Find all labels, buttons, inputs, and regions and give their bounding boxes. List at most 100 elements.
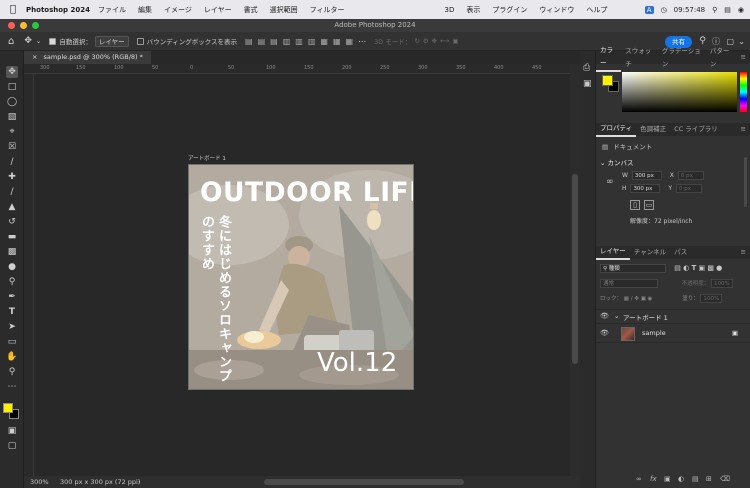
menu-window[interactable]: ウィンドウ — [539, 5, 574, 15]
tab-patterns[interactable]: パターン — [706, 45, 737, 71]
vertical-scroll-thumb[interactable] — [572, 174, 578, 364]
foreground-color-chip[interactable] — [602, 75, 613, 86]
lock-transparency-icon[interactable]: ▦ — [624, 296, 629, 302]
portrait-orientation-icon[interactable]: ▯ — [630, 200, 640, 210]
quick-mask-icon[interactable]: ▣ — [6, 425, 18, 437]
apple-icon[interactable]:  — [10, 4, 16, 15]
lasso-tool-icon[interactable]: ◯ — [6, 96, 18, 108]
menu-type[interactable]: 書式 — [244, 5, 258, 15]
menu-edit[interactable]: 編集 — [138, 5, 152, 15]
menu-layer[interactable]: レイヤー — [204, 5, 232, 15]
3d-pan-icon[interactable]: ✥ — [432, 37, 437, 45]
lock-artboard-icon[interactable]: ▣ — [641, 296, 646, 302]
vertical-scrollbar[interactable] — [570, 64, 580, 476]
lock-all-icon[interactable]: ◉ — [648, 296, 653, 302]
filter-pixel-icon[interactable]: ▤ — [674, 264, 681, 272]
distribute-v-icon[interactable]: ▦ — [333, 37, 341, 46]
menu-select[interactable]: 選択範囲 — [270, 5, 298, 15]
menu-image[interactable]: イメージ — [164, 5, 192, 15]
x-field[interactable]: 0 px — [677, 171, 704, 180]
time-machine-icon[interactable]: ◷ — [661, 6, 667, 14]
gradient-tool-icon[interactable]: ▩ — [6, 246, 18, 258]
delete-layer-icon[interactable]: ⌫ — [720, 475, 730, 483]
y-field[interactable]: 0 px — [675, 184, 702, 193]
horizontal-scroll-thumb[interactable] — [264, 479, 464, 485]
tab-properties[interactable]: プロパティ — [596, 122, 637, 137]
menu-help[interactable]: ヘルプ — [586, 5, 607, 15]
path-select-tool-icon[interactable]: ➤ — [6, 321, 18, 333]
layer-mask-icon[interactable]: ▣ — [664, 475, 671, 483]
panel-menu-icon[interactable]: ≡ — [737, 51, 750, 64]
tab-cc-libraries[interactable]: CC ライブラリ — [670, 123, 722, 136]
foreground-color-swatch[interactable] — [3, 403, 13, 413]
eraser-tool-icon[interactable]: ▬ — [6, 231, 18, 243]
3d-slide-icon[interactable]: ⟷ — [440, 37, 449, 45]
artboard-vertical-text[interactable]: 冬にはじめるソロキャンプのすすめ — [198, 215, 232, 389]
tab-swatches[interactable]: スウォッチ — [621, 45, 658, 71]
height-field[interactable]: 300 px — [630, 184, 661, 193]
status-chevron-icon[interactable]: › — [138, 476, 141, 488]
marquee-tool-icon[interactable]: □ — [6, 81, 18, 93]
3d-scale-icon[interactable]: ▣ — [452, 37, 458, 45]
lock-position-icon[interactable]: ✥ — [634, 296, 639, 302]
tab-color[interactable]: カラー — [596, 44, 622, 72]
artboard-title[interactable]: OUTDOOR LIFE — [200, 177, 413, 208]
search-icon[interactable]: ⚲ — [712, 6, 717, 14]
zoom-level[interactable]: 300% — [30, 476, 49, 488]
input-source-indicator[interactable]: A — [644, 5, 654, 14]
move-tool-icon[interactable]: ✥ — [24, 36, 32, 46]
vertical-ruler[interactable] — [24, 74, 34, 476]
more-options-icon[interactable]: ⋯ — [358, 37, 366, 46]
auto-select-dropdown[interactable]: レイヤー — [94, 35, 129, 47]
fill-field[interactable]: 100% — [700, 294, 723, 303]
crop-tool-icon[interactable]: ⌖ — [6, 126, 18, 138]
type-tool-icon[interactable]: T — [6, 306, 18, 318]
distribute-h-icon[interactable]: ▦ — [346, 37, 354, 46]
tab-paths[interactable]: パス — [670, 246, 691, 259]
width-field[interactable]: 300 px — [631, 171, 662, 180]
distribute-icon[interactable]: ▦ — [320, 37, 328, 46]
artboard-label[interactable]: アートボード 1 — [188, 154, 226, 162]
bounding-box-checkbox[interactable] — [136, 37, 144, 45]
auto-select-checkbox[interactable] — [49, 37, 57, 45]
zoom-window-button[interactable] — [32, 22, 39, 29]
link-layers-icon[interactable]: ∞ — [636, 475, 642, 483]
panel-options-icon[interactable]: ⌄ — [738, 37, 745, 46]
menu-file[interactable]: ファイル — [98, 5, 126, 15]
canvas-section-header[interactable]: ⌄ カンバス — [600, 157, 634, 167]
layer-name[interactable]: sample — [642, 329, 666, 337]
tab-layers[interactable]: レイヤー — [596, 245, 630, 260]
adjustment-layer-icon[interactable]: ◐ — [678, 475, 684, 483]
tab-gradients[interactable]: グラデーション — [658, 45, 706, 71]
filter-adjustment-icon[interactable]: ◐ — [683, 264, 689, 272]
tool-preset-chevron-icon[interactable]: ⌄ — [36, 37, 41, 45]
align-left-icon[interactable]: ▤ — [245, 37, 253, 46]
minimize-window-button[interactable] — [20, 22, 27, 29]
horizontal-ruler[interactable]: 300 150 100 50 0 50 100 150 200 250 300 … — [24, 64, 570, 74]
pen-tool-icon[interactable]: ✒ — [6, 291, 18, 303]
layer-row-sample[interactable]: 👁 sample ▣ — [596, 323, 750, 343]
document-info[interactable]: 300 px x 300 px (72 ppi) — [60, 476, 140, 488]
artboard-volume[interactable]: Vol.12 — [317, 348, 397, 378]
3d-roll-icon[interactable]: ⚙ — [423, 37, 429, 45]
layer-name[interactable]: アートボード 1 — [623, 312, 668, 322]
blend-mode-dropdown[interactable]: 通常 — [600, 279, 658, 288]
healing-brush-tool-icon[interactable]: ✚ — [6, 171, 18, 183]
filter-smart-object-icon[interactable]: ▩ — [707, 264, 714, 272]
align-top-icon[interactable]: ▥ — [283, 37, 291, 46]
object-select-tool-icon[interactable]: ▧ — [6, 111, 18, 123]
panel-menu-icon[interactable]: ≡ — [737, 123, 750, 136]
filter-toggle-icon[interactable]: ● — [716, 264, 722, 272]
align-bottom-icon[interactable]: ▥ — [308, 37, 316, 46]
canvas-area[interactable]: アートボード 1 OUTDOOR LIFE 冬にはじめるソロキャンプのすすめ V… — [34, 74, 570, 476]
filter-type-icon[interactable]: T — [691, 264, 696, 272]
new-group-icon[interactable]: ▤ — [692, 475, 699, 483]
visibility-eye-icon[interactable]: 👁 — [600, 329, 609, 337]
menu-view[interactable]: 表示 — [466, 5, 480, 15]
rectangle-tool-icon[interactable]: ▭ — [6, 336, 18, 348]
opacity-field[interactable]: 100% — [711, 279, 734, 288]
move-tool-icon[interactable]: ✥ — [6, 66, 18, 78]
home-icon[interactable]: ⌂ — [8, 36, 14, 47]
layer-row-artboard[interactable]: 👁 ⌄ アートボード 1 — [596, 309, 750, 323]
clone-stamp-tool-icon[interactable]: ▲ — [6, 201, 18, 213]
